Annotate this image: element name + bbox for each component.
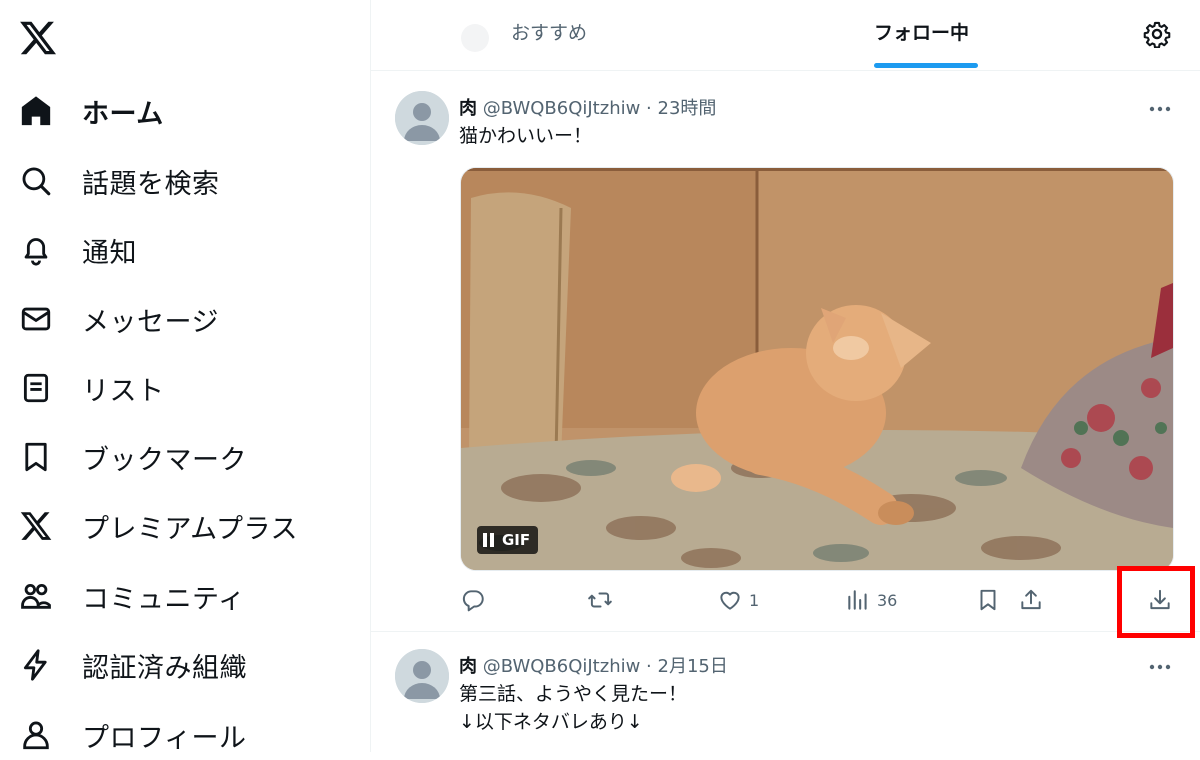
sidebar-item-profile[interactable]: プロフィール	[18, 710, 246, 760]
x-logo-icon	[18, 508, 54, 544]
sidebar-item-label: ホーム	[82, 98, 164, 130]
tweet-media-gif[interactable]: GIF	[460, 167, 1174, 571]
header-separator: ·	[640, 98, 658, 119]
home-icon	[18, 93, 54, 129]
tab-following[interactable]: フォロー中	[874, 18, 969, 45]
share-icon	[1021, 589, 1041, 610]
reply-button[interactable]	[460, 587, 486, 613]
sidebar-item-label: プレミアムプラス	[82, 513, 298, 545]
tweet-text-line: 第三話、ようやく見たー！	[459, 683, 688, 705]
sidebar-item-label: 話題を検索	[82, 168, 220, 200]
sidebar-item-home[interactable]: ホーム	[18, 86, 164, 136]
heart-icon	[720, 591, 740, 610]
views-button[interactable]: 36	[845, 587, 897, 613]
tweet-text: 猫かわいいー！	[459, 125, 593, 147]
reply-icon	[462, 590, 484, 612]
more-icon[interactable]	[1147, 657, 1173, 670]
sidebar-item-messages[interactable]: メッセージ	[18, 294, 219, 344]
person-icon	[18, 717, 54, 753]
display-name[interactable]: 肉	[459, 656, 477, 677]
like-count: 1	[749, 590, 760, 610]
sidebar-item-label: メッセージ	[82, 306, 219, 338]
tab-recommended[interactable]: おすすめ	[511, 18, 587, 45]
sidebar-item-label: 通知	[82, 237, 137, 269]
faded-avatar	[461, 24, 489, 52]
timestamp[interactable]: 2月15日	[658, 656, 728, 677]
list-icon	[18, 370, 54, 406]
tweet-header: 肉 @BWQB6QiJtzhiw · 23時間	[459, 94, 716, 120]
avatar[interactable]	[395, 91, 449, 145]
lightning-icon	[18, 647, 54, 683]
sidebar-item-label: ブックマーク	[82, 444, 247, 476]
gear-icon[interactable]	[1143, 20, 1171, 49]
bookmark-button[interactable]	[975, 587, 1001, 613]
retweet-icon	[588, 592, 612, 608]
envelope-icon	[18, 301, 54, 337]
bell-icon	[18, 232, 54, 268]
sidebar-item-notifications[interactable]: 通知	[18, 225, 137, 275]
user-handle[interactable]: @BWQB6QiJtzhiw	[483, 656, 641, 677]
sidebar-item-communities[interactable]: コミュニティ	[18, 571, 245, 621]
retweet-button[interactable]	[587, 587, 613, 613]
tweet-text-line: ↓以下ネタバレあり↓	[459, 711, 643, 733]
x-logo-icon[interactable]	[18, 18, 58, 58]
download-highlight-box	[1117, 566, 1195, 638]
avatar[interactable]	[395, 649, 449, 703]
header-separator: ·	[640, 656, 658, 677]
active-tab-indicator	[874, 63, 978, 68]
people-icon	[18, 578, 54, 614]
views-icon	[848, 590, 867, 610]
sidebar-item-explore[interactable]: 話題を検索	[18, 156, 220, 206]
sidebar: ホーム 話題を検索 通知 メッセージ リスト ブックマーク プレミアムプラス コ…	[0, 0, 370, 754]
user-handle[interactable]: @BWQB6QiJtzhiw	[483, 98, 641, 119]
sidebar-item-label: 認証済み組織	[82, 652, 247, 684]
sidebar-item-verified-orgs[interactable]: 認証済み組織	[18, 640, 247, 690]
gif-badge[interactable]: GIF	[477, 526, 539, 554]
more-icon[interactable]	[1147, 99, 1173, 112]
view-count: 36	[877, 590, 898, 610]
search-icon	[18, 163, 54, 199]
display-name[interactable]: 肉	[459, 98, 477, 119]
sidebar-item-label: コミュニティ	[82, 583, 246, 615]
sidebar-item-label: リスト	[82, 375, 165, 407]
timeline: おすすめ フォロー中 肉 @BWQB6QiJtzhiw · 23時間 猫かわいい…	[371, 0, 1200, 752]
like-button[interactable]: 1	[717, 587, 759, 613]
timestamp[interactable]: 23時間	[658, 98, 717, 119]
bookmark-icon	[980, 589, 996, 611]
share-button[interactable]	[1018, 587, 1044, 613]
bookmark-icon	[18, 439, 54, 475]
cat-gif-image	[461, 168, 1173, 570]
sidebar-item-bookmarks[interactable]: ブックマーク	[18, 432, 247, 482]
sidebar-item-label: プロフィール	[82, 722, 247, 754]
gif-label: GIF	[502, 531, 531, 549]
sidebar-item-premium[interactable]: プレミアムプラス	[18, 501, 298, 551]
pause-icon	[483, 533, 494, 547]
tweet-divider	[371, 631, 1200, 632]
tweet-header: 肉 @BWQB6QiJtzhiw · 2月15日	[459, 652, 728, 678]
sidebar-item-lists[interactable]: リスト	[18, 363, 165, 413]
timeline-tabs: おすすめ フォロー中	[371, 0, 1200, 71]
